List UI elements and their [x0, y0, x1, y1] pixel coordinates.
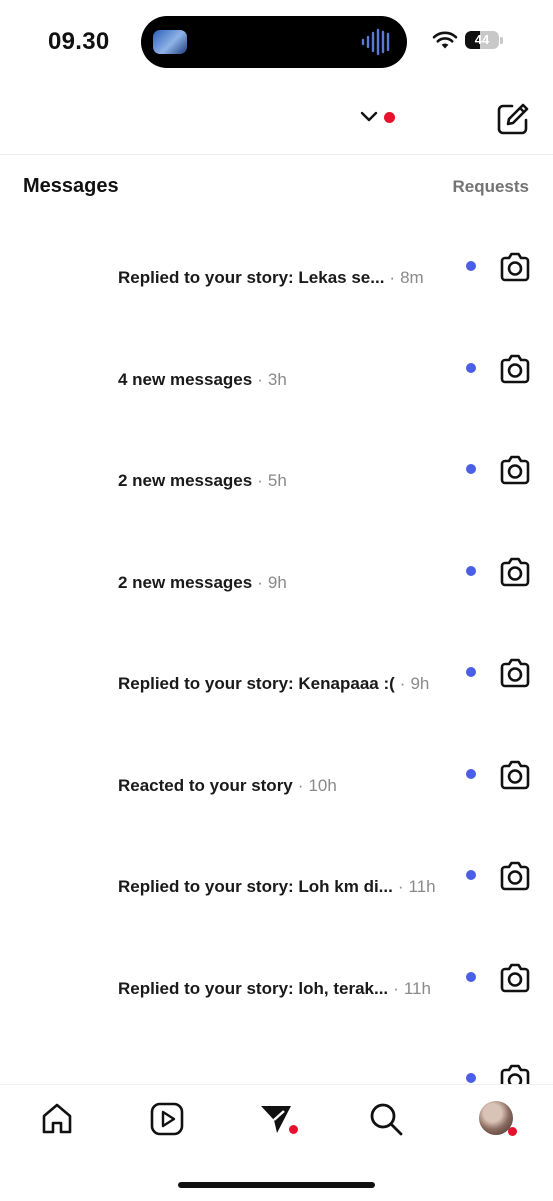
thread-message: 2 new messages — [118, 572, 253, 592]
thread-row[interactable]: Replied to your story: Kenapaaa :(· 9h — [0, 624, 553, 725]
thread-preview: Replied to your story: loh, terak... · 11h — [118, 979, 431, 999]
thread-row[interactable]: 2 new messages · 5h — [0, 421, 553, 522]
thread-row[interactable]: Replied to your story: loh, terak... · 11h — [0, 929, 553, 1030]
thread-preview: 4 new messages · 3h — [118, 370, 287, 390]
thread-time: 3h — [267, 369, 287, 389]
thread-separator: · — [257, 471, 263, 490]
thread-time: 9h — [410, 674, 430, 693]
thread-preview: 2 new messages · 5h — [118, 471, 287, 491]
unread-dot — [466, 362, 476, 373]
thread-message: Replied to your story: Kenapaaa :( — [118, 674, 395, 693]
thread-list[interactable]: Replied to your story: Lekas se... · 8m 4 n… — [0, 218, 553, 1084]
home-icon[interactable] — [39, 1101, 75, 1137]
thread-avatar[interactable] — [23, 541, 89, 607]
thread-preview: Replied to your story: Kenapaaa :(· 9h — [118, 674, 429, 694]
unread-dot — [466, 768, 476, 779]
battery-indicator: 44 — [465, 31, 499, 49]
unread-dot — [466, 261, 476, 271]
thread-time: 11h — [408, 877, 436, 896]
thread-row[interactable]: Reacted to your story · 10h — [0, 726, 553, 827]
thread-separator: · — [257, 572, 263, 592]
now-playing-artwork — [153, 30, 187, 54]
thread-message: 4 new messages — [118, 369, 253, 389]
thread-avatar[interactable] — [23, 744, 89, 810]
wifi-icon — [432, 31, 458, 49]
compose-icon[interactable] — [496, 102, 530, 136]
thread-preview: Replied to your story: Loh km di... · 11h — [118, 877, 436, 897]
camera-icon[interactable] — [498, 1062, 532, 1084]
camera-icon[interactable] — [498, 758, 532, 797]
camera-icon[interactable] — [498, 555, 532, 594]
thread-avatar[interactable] — [23, 1048, 89, 1084]
battery-percentage: 44 — [474, 32, 490, 47]
thread-row[interactable]: 4 new messages · 3h — [0, 320, 553, 421]
status-time: 09.30 — [48, 28, 110, 55]
profile-tab-badge — [508, 1127, 517, 1136]
camera-icon[interactable] — [498, 453, 532, 492]
unread-dot — [466, 565, 476, 576]
thread-message: 2 new messages — [118, 471, 253, 490]
messages-header — [0, 84, 553, 155]
status-bar: 09.30 44 — [0, 0, 553, 84]
dynamic-island[interactable] — [141, 16, 407, 68]
camera-icon[interactable] — [498, 859, 532, 898]
thread-avatar[interactable] — [23, 845, 89, 911]
camera-icon[interactable] — [498, 961, 532, 1000]
thread-avatar[interactable] — [23, 439, 89, 505]
thread-avatar[interactable] — [23, 642, 89, 708]
thread-separator: · — [393, 978, 399, 998]
thread-avatar[interactable] — [23, 947, 89, 1013]
messages-title: Messages — [23, 175, 119, 197]
thread-time: 9h — [267, 572, 287, 592]
thread-row[interactable]: 2 new messages · 9h — [0, 523, 553, 624]
unread-dot — [466, 464, 476, 474]
thread-separator: · — [399, 674, 406, 693]
audio-waveform-icon — [361, 28, 390, 56]
search-icon[interactable] — [368, 1101, 404, 1137]
thread-row[interactable]: Replied to your story: Loh km di... · 11h — [0, 827, 553, 928]
thread-message: Replied to your story: Loh km di... — [118, 877, 393, 896]
thread-separator: · — [389, 268, 396, 287]
thread-separator: · — [397, 877, 404, 896]
thread-avatar[interactable] — [23, 236, 89, 302]
battery-cap — [500, 37, 503, 44]
camera-icon[interactable] — [498, 250, 532, 289]
thread-row[interactable] — [0, 1030, 553, 1084]
thread-message: Reacted to your story — [118, 775, 293, 795]
unread-dot — [466, 971, 476, 982]
home-indicator — [178, 1182, 375, 1188]
reels-icon[interactable] — [149, 1101, 185, 1137]
unread-dot — [466, 1073, 476, 1083]
thread-message: Replied to your story: Lekas se... — [118, 268, 385, 287]
thread-time: 10h — [308, 775, 337, 795]
unread-dot — [466, 870, 476, 880]
unread-dot — [466, 667, 476, 677]
thread-separator: · — [257, 369, 263, 389]
thread-preview: Reacted to your story · 10h — [118, 776, 337, 796]
thread-message: Replied to your story: loh, terak... — [118, 978, 389, 998]
chevron-down-icon[interactable] — [360, 110, 378, 124]
account-notification-dot — [384, 112, 395, 123]
camera-icon[interactable] — [498, 352, 532, 391]
thread-time: 8m — [400, 268, 424, 287]
thread-time: 11h — [403, 978, 431, 998]
thread-time: 5h — [267, 471, 287, 490]
thread-row[interactable]: Replied to your story: Lekas se... · 8m — [0, 218, 553, 319]
messages-tab-badge — [289, 1125, 298, 1134]
camera-icon[interactable] — [498, 656, 532, 695]
thread-avatar[interactable] — [23, 338, 89, 404]
thread-separator: · — [297, 775, 304, 795]
thread-preview: 2 new messages · 9h — [118, 573, 287, 593]
requests-link[interactable]: Requests — [452, 177, 529, 197]
thread-preview: Replied to your story: Lekas se... · 8m — [118, 268, 424, 288]
